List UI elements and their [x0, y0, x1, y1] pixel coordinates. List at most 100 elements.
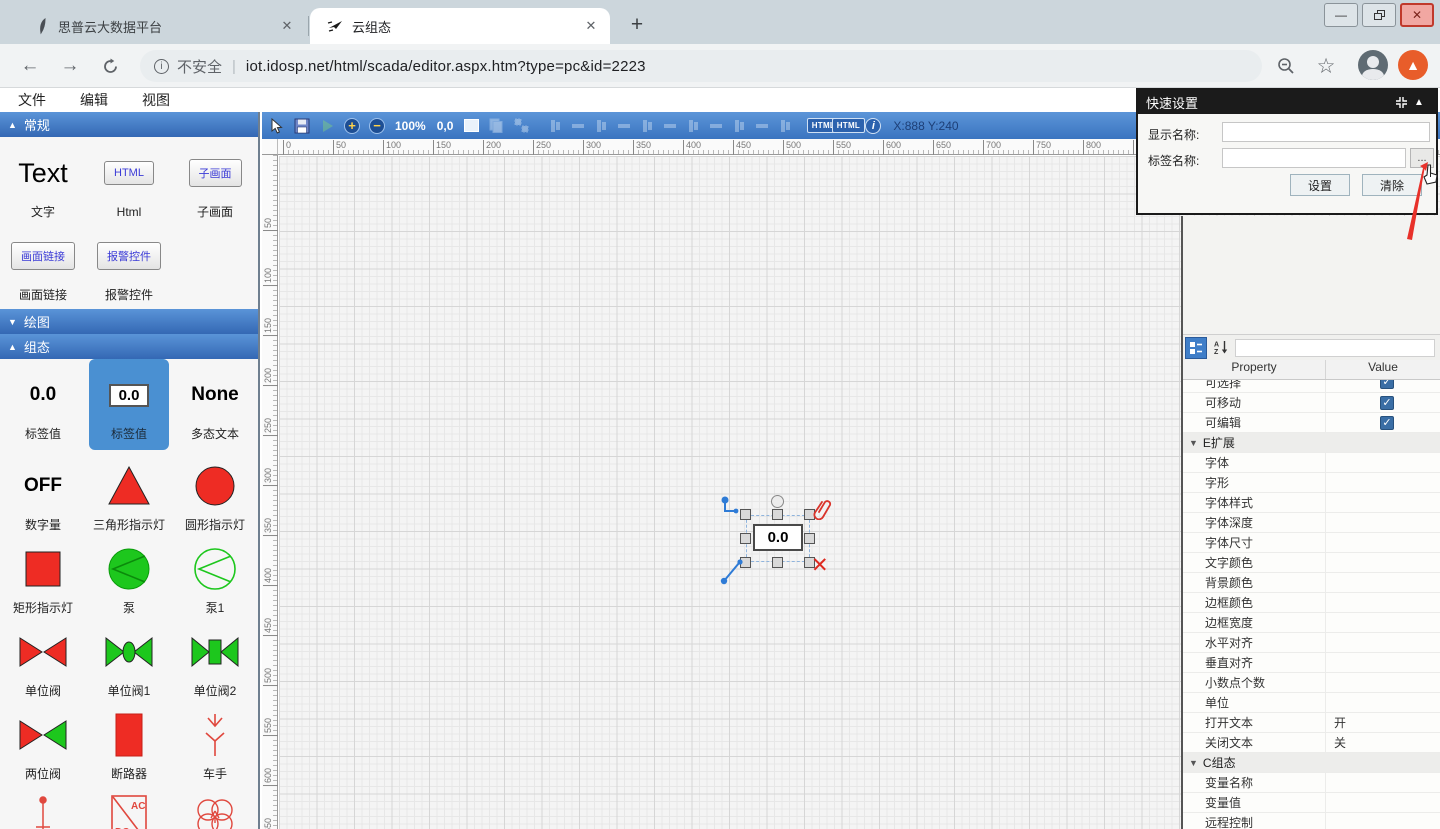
- property-value[interactable]: [1326, 493, 1440, 512]
- section-scada[interactable]: ▲ 组态: [0, 334, 258, 359]
- property-value[interactable]: [1326, 533, 1440, 552]
- property-value[interactable]: [1326, 773, 1440, 792]
- align-right-icon[interactable]: [593, 119, 609, 133]
- widget-tile[interactable]: 画面链接画面链接: [3, 220, 83, 303]
- property-value[interactable]: ✓: [1326, 380, 1440, 392]
- widget-tile[interactable]: 单位阀1: [89, 616, 169, 699]
- select-cursor-icon[interactable]: [268, 117, 286, 135]
- widget-tile[interactable]: ACDC逆变器: [89, 782, 169, 829]
- property-row[interactable]: 关闭文本关: [1183, 733, 1440, 753]
- resize-handle[interactable]: [772, 557, 783, 568]
- property-value[interactable]: [1326, 753, 1440, 772]
- property-value[interactable]: [1326, 513, 1440, 532]
- align-middle-icon[interactable]: [639, 119, 655, 133]
- property-row[interactable]: 可选择✓: [1183, 380, 1440, 393]
- property-row[interactable]: 字体深度: [1183, 513, 1440, 533]
- menu-file[interactable]: 文件: [18, 90, 46, 110]
- browser-update-icon[interactable]: ▲: [1398, 50, 1428, 80]
- resize-handle[interactable]: [740, 533, 751, 544]
- widget-tile[interactable]: 断路器: [89, 699, 169, 782]
- widget-tile[interactable]: 泵: [89, 533, 169, 616]
- widget-tile[interactable]: 单位阀2: [175, 616, 255, 699]
- property-value[interactable]: [1326, 693, 1440, 712]
- close-button[interactable]: ✕: [1400, 3, 1434, 27]
- distribute-h-icon[interactable]: [731, 119, 747, 133]
- property-value[interactable]: [1326, 793, 1440, 812]
- property-row[interactable]: 水平对齐: [1183, 633, 1440, 653]
- property-value[interactable]: [1326, 673, 1440, 692]
- categorized-view-icon[interactable]: [1185, 337, 1207, 359]
- copy-icon[interactable]: [487, 117, 505, 135]
- restore-button[interactable]: [1362, 3, 1396, 27]
- property-row[interactable]: 字体: [1183, 453, 1440, 473]
- collapse-panel-icon[interactable]: ▲: [1410, 93, 1428, 111]
- forward-icon[interactable]: →: [56, 52, 84, 80]
- property-value[interactable]: 关: [1326, 733, 1440, 752]
- html-export-icon[interactable]: HTML: [814, 117, 832, 135]
- widget-tile[interactable]: HTMLHtml: [89, 137, 169, 220]
- zoom-out-icon[interactable]: −: [368, 117, 386, 135]
- widget-tile[interactable]: OFF数字量: [3, 450, 83, 533]
- profile-avatar[interactable]: [1358, 50, 1388, 80]
- tag-value-widget[interactable]: 0.0: [753, 524, 803, 551]
- connector-top-icon[interactable]: [719, 494, 745, 520]
- widget-tile[interactable]: 单位阀: [3, 616, 83, 699]
- selected-widget[interactable]: 0.0 ✕: [719, 494, 839, 594]
- widget-tile[interactable]: 车手: [175, 699, 255, 782]
- tab-scada-editor[interactable]: 云组态 ✕: [310, 8, 610, 44]
- rotate-handle[interactable]: [771, 495, 784, 508]
- widget-tile[interactable]: 刀闸: [3, 782, 83, 829]
- checkbox-checked-icon[interactable]: ✓: [1380, 416, 1394, 430]
- property-row[interactable]: 小数点个数: [1183, 673, 1440, 693]
- section-drawing[interactable]: ▼ 绘图: [0, 309, 258, 334]
- back-icon[interactable]: ←: [16, 52, 44, 80]
- align-bottom-icon[interactable]: [662, 119, 678, 133]
- property-value[interactable]: 开: [1326, 713, 1440, 732]
- align-center-icon[interactable]: [570, 119, 586, 133]
- property-row[interactable]: 变量名称: [1183, 773, 1440, 793]
- link-paperclip-icon[interactable]: [813, 498, 833, 520]
- tab-dashboard[interactable]: 思普云大数据平台 ✕: [16, 8, 306, 44]
- distribute-v-icon[interactable]: [754, 119, 770, 133]
- property-row[interactable]: 可移动✓: [1183, 393, 1440, 413]
- property-value[interactable]: [1326, 573, 1440, 592]
- resize-handle[interactable]: [804, 533, 815, 544]
- page-info-icon[interactable]: i: [154, 59, 169, 74]
- widget-tile[interactable]: 泵1: [175, 533, 255, 616]
- property-row[interactable]: 字体样式: [1183, 493, 1440, 513]
- property-value[interactable]: [1326, 613, 1440, 632]
- run-icon[interactable]: [318, 117, 336, 135]
- zoom-in-icon[interactable]: +: [343, 117, 361, 135]
- widget-tile[interactable]: PT: [175, 782, 255, 829]
- property-value[interactable]: [1326, 813, 1440, 829]
- property-row[interactable]: 文字颜色: [1183, 553, 1440, 573]
- tab-close-icon[interactable]: ✕: [278, 17, 296, 35]
- save-icon[interactable]: [293, 117, 311, 135]
- property-value[interactable]: [1326, 473, 1440, 492]
- menu-view[interactable]: 视图: [142, 90, 170, 110]
- property-row[interactable]: 背景颜色: [1183, 573, 1440, 593]
- same-width-icon[interactable]: [685, 119, 701, 133]
- sort-az-icon[interactable]: AZ: [1210, 337, 1232, 359]
- property-row[interactable]: 远程控制: [1183, 813, 1440, 829]
- property-value[interactable]: [1326, 633, 1440, 652]
- property-row[interactable]: 垂直对齐: [1183, 653, 1440, 673]
- property-value[interactable]: ✓: [1326, 413, 1440, 432]
- reload-icon[interactable]: [96, 52, 124, 80]
- space-icon[interactable]: [777, 119, 793, 133]
- property-row[interactable]: 字形: [1183, 473, 1440, 493]
- connector-bottom-icon[interactable]: [719, 556, 747, 586]
- checkbox-checked-icon[interactable]: ✓: [1380, 396, 1394, 410]
- paste-icon[interactable]: [512, 117, 530, 135]
- widget-tile[interactable]: 0.0标签值: [89, 359, 169, 450]
- info-icon[interactable]: i: [864, 117, 882, 135]
- tab-close-icon[interactable]: ✕: [582, 17, 600, 35]
- tag-name-input[interactable]: [1222, 148, 1406, 168]
- property-value[interactable]: [1326, 653, 1440, 672]
- property-row[interactable]: 可编辑✓: [1183, 413, 1440, 433]
- property-value[interactable]: [1326, 453, 1440, 472]
- display-name-input[interactable]: [1222, 122, 1430, 142]
- widget-tile[interactable]: 圆形指示灯: [175, 450, 255, 533]
- widget-tile[interactable]: Text文字: [3, 137, 83, 220]
- widget-tile[interactable]: 三角形指示灯: [89, 450, 169, 533]
